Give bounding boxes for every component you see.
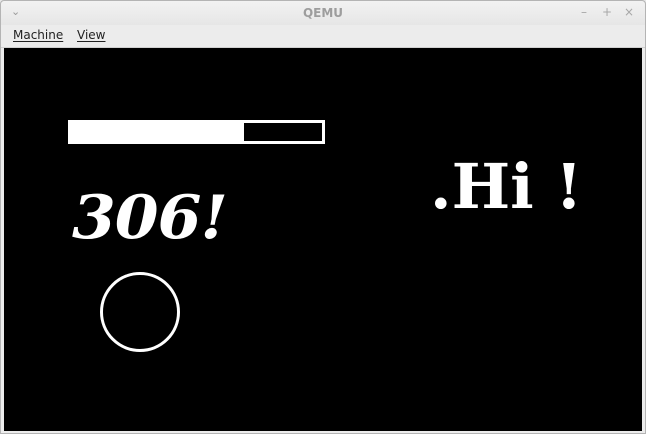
progress-bar-fill [71, 123, 244, 141]
circle-shape [100, 272, 180, 352]
progress-bar [68, 120, 325, 144]
window-title: QEMU [302, 6, 344, 20]
close-icon[interactable]: × [622, 5, 636, 19]
menu-bar: Machine View [1, 25, 645, 48]
maximize-icon[interactable]: + [600, 5, 614, 19]
guest-display[interactable]: 306! .Hi ! [4, 48, 642, 431]
menu-view[interactable]: View [77, 28, 105, 42]
menu-machine[interactable]: Machine [13, 28, 63, 42]
title-bar[interactable]: ⌄ QEMU – + × [1, 1, 645, 25]
score-text: 306! [72, 183, 228, 253]
qemu-window: ⌄ QEMU – + × Machine View 306! .Hi ! [0, 0, 646, 434]
minimize-icon[interactable]: – [577, 5, 591, 19]
greeting-text: .Hi ! [430, 150, 583, 223]
